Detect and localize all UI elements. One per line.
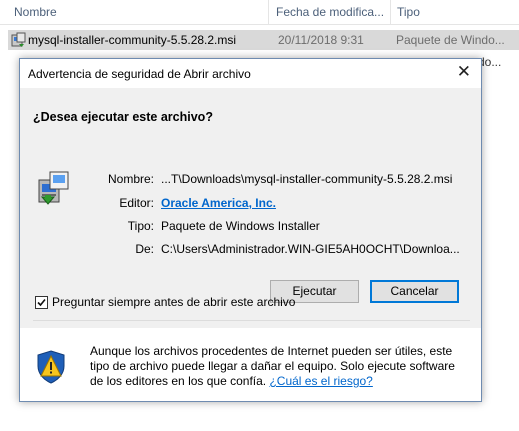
dialog-title: Advertencia de seguridad de Abrir archiv… — [28, 67, 251, 81]
close-icon[interactable]: ✕ — [457, 63, 471, 81]
type-label: Tipo: — [127, 219, 154, 233]
from-value: C:\Users\Administrador.WIN-GIE5AH0OCHT\D… — [161, 242, 460, 256]
warning-area: Aunque los archivos procedentes de Inter… — [20, 328, 481, 401]
always-ask-label[interactable]: Preguntar siempre antes de abrir este ar… — [52, 295, 295, 309]
file-date: 20/11/2018 9:31 — [278, 33, 364, 47]
warning-text: Aunque los archivos procedentes de Inter… — [90, 344, 462, 389]
publisher-label: Editor: — [119, 196, 154, 210]
divider — [33, 320, 470, 321]
warning-shield-icon — [37, 350, 65, 384]
always-ask-checkbox[interactable] — [35, 296, 48, 309]
msi-file-icon — [11, 32, 26, 47]
dialog-titlebar[interactable]: Advertencia de seguridad de Abrir archiv… — [20, 59, 481, 88]
column-type[interactable]: Tipo — [397, 5, 420, 19]
file-row[interactable]: mysql-installer-community-5.5.28.2.msi 2… — [8, 30, 519, 50]
type-value: Paquete de Windows Installer — [161, 219, 320, 233]
column-date[interactable]: Fecha de modifica... — [276, 5, 384, 19]
from-label: De: — [135, 242, 154, 256]
column-separator[interactable] — [268, 0, 269, 24]
file-type: Paquete de Windo... — [396, 33, 505, 47]
dialog-question: ¿Desea ejecutar este archivo? — [33, 110, 213, 124]
risk-link[interactable]: ¿Cuál es el riesgo? — [269, 374, 372, 388]
cancel-button[interactable]: Cancelar — [370, 280, 459, 303]
name-value: ...T\Downloads\mysql-installer-community… — [161, 172, 453, 186]
msi-package-icon — [38, 171, 69, 205]
publisher-link[interactable]: Oracle America, Inc. — [161, 196, 276, 210]
security-warning-dialog: Advertencia de seguridad de Abrir archiv… — [19, 58, 482, 402]
column-separator[interactable] — [390, 0, 391, 24]
column-name[interactable]: Nombre — [14, 5, 57, 19]
column-header: Nombre Fecha de modifica... Tipo — [0, 0, 519, 25]
dialog-body: ¿Desea ejecutar este archivo? Nombre: ..… — [20, 88, 481, 328]
file-name: mysql-installer-community-5.5.28.2.msi — [28, 33, 237, 47]
checkmark-icon — [37, 298, 46, 307]
name-label: Nombre: — [107, 172, 154, 186]
